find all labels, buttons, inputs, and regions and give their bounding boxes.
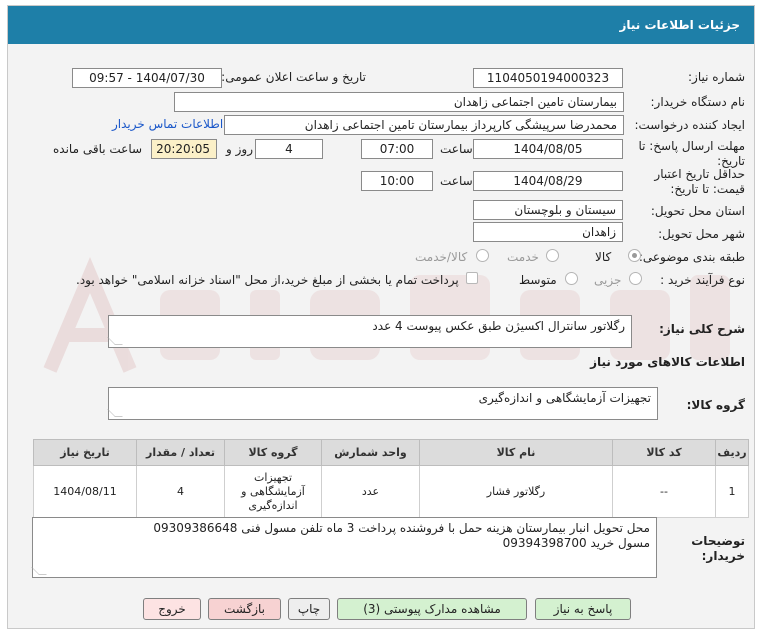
col-unit: واحد شمارش bbox=[321, 439, 420, 466]
goods-table: ردیف کد کالا نام کالا واحد شمارش گروه کا… bbox=[33, 439, 749, 518]
creator-field: محمدرضا سرپیشگی کارپرداز بیمارستان تامین… bbox=[224, 115, 624, 135]
purchase-radio-medium[interactable] bbox=[565, 272, 578, 285]
summary-textarea[interactable]: رگلاتور سانترال اکسیژن طبق عکس پیوست 4 ع… bbox=[107, 315, 632, 348]
resize-grip-icon[interactable] bbox=[107, 337, 123, 345]
description-line-1: محل تحویل انبار بیمارستان هزینه حمل با ف… bbox=[153, 521, 650, 535]
days-remaining-field: 4 bbox=[255, 139, 323, 159]
window-title: جزئیات اطلاعات نیاز bbox=[619, 18, 740, 32]
purchase-type-label: نوع فرآیند خرید : bbox=[660, 273, 745, 287]
category-radio-service[interactable] bbox=[546, 249, 559, 262]
treasury-payment-note: پرداخت تمام یا بخشی از مبلغ خرید،از محل … bbox=[76, 273, 459, 287]
col-name: نام کالا bbox=[419, 439, 613, 466]
description-label-2: خریدار: bbox=[701, 549, 745, 563]
col-row: ردیف bbox=[715, 439, 749, 466]
purchase-option-minor: جزیی bbox=[594, 273, 622, 287]
city-field: زاهدان bbox=[473, 222, 623, 242]
cell-date: 1404/08/11 bbox=[33, 465, 137, 518]
summary-text: رگلاتور سانترال اکسیژن طبق عکس پیوست 4 ع… bbox=[372, 319, 625, 333]
validity-time-field: 10:00 bbox=[361, 171, 433, 191]
creator-label: ایجاد کننده درخواست: bbox=[634, 118, 745, 132]
category-radio-both[interactable] bbox=[476, 249, 489, 262]
goods-group-value: تجهیزات آزمایشگاهی و اندازه‌گیری bbox=[478, 391, 651, 405]
deadline-time-label: ساعت bbox=[440, 142, 473, 156]
deadline-date-field: 1404/08/05 bbox=[473, 139, 623, 159]
validity-time-label: ساعت bbox=[440, 174, 473, 188]
validity-date-field: 1404/08/29 bbox=[473, 171, 623, 191]
cell-name: رگلاتور فشار bbox=[419, 465, 613, 518]
goods-group-textarea[interactable]: تجهیزات آزمایشگاهی و اندازه‌گیری bbox=[107, 387, 658, 420]
resize-grip-icon[interactable] bbox=[107, 409, 123, 417]
purchase-option-medium: متوسط bbox=[519, 273, 557, 287]
deadline-label-2: تاریخ: bbox=[717, 154, 745, 168]
announce-datetime-field: 1404/07/30 - 09:57 bbox=[72, 68, 222, 88]
buyer-contact-link[interactable]: اطلاعات تماس خریدار bbox=[112, 117, 223, 131]
cell-row: 1 bbox=[715, 465, 749, 518]
province-field: سیستان و بلوچستان bbox=[473, 200, 623, 220]
reply-button[interactable]: پاسخ به نیاز bbox=[535, 598, 631, 620]
cell-qty: 4 bbox=[136, 465, 225, 518]
description-textarea[interactable]: محل تحویل انبار بیمارستان هزینه حمل با ف… bbox=[31, 517, 657, 578]
remaining-time-field: 20:20:05 bbox=[151, 139, 217, 159]
need-number-label: شماره نیاز: bbox=[688, 70, 745, 84]
col-date: تاریخ نیاز bbox=[33, 439, 137, 466]
resize-grip-icon[interactable] bbox=[31, 567, 47, 575]
col-code: کد کالا bbox=[612, 439, 716, 466]
view-attachments-button[interactable]: مشاهده مدارک پیوستی (3) bbox=[337, 598, 527, 620]
window-titlebar: جزئیات اطلاعات نیاز bbox=[8, 6, 754, 44]
category-option-service: خدمت bbox=[507, 250, 539, 264]
province-label: استان محل تحویل: bbox=[650, 204, 745, 218]
validity-label: حداقل تاریخ اعتبار bbox=[654, 167, 745, 181]
cell-group: تجهیزات آزمایشگاهی و اندازه‌گیری bbox=[224, 465, 322, 518]
cell-code: -- bbox=[612, 465, 716, 518]
col-group: گروه کالا bbox=[224, 439, 322, 466]
summary-label: شرح کلی نیاز: bbox=[659, 322, 745, 336]
category-label: طبقه بندی موضوعی: bbox=[638, 250, 745, 264]
goods-section-title: اطلاعات کالاهای مورد نیاز bbox=[590, 355, 745, 369]
city-label: شهر محل تحویل: bbox=[658, 227, 745, 241]
buyer-org-field: بیمارستان تامین اجتماعی زاهدان bbox=[174, 92, 624, 112]
validity-label-2: قیمت: تا تاریخ: bbox=[670, 182, 745, 196]
description-label: توضیحات bbox=[691, 534, 745, 548]
goods-group-label: گروه کالا: bbox=[686, 398, 745, 412]
category-option-both: کالا/خدمت bbox=[415, 250, 468, 264]
cell-unit: عدد bbox=[321, 465, 420, 518]
print-button[interactable]: چاپ bbox=[288, 598, 330, 620]
table-row[interactable]: 1 -- رگلاتور فشار عدد تجهیزات آزمایشگاهی… bbox=[33, 465, 749, 518]
col-qty: تعداد / مقدار bbox=[136, 439, 225, 466]
category-radio-goods[interactable] bbox=[628, 249, 641, 262]
category-option-goods: کالا bbox=[595, 250, 612, 264]
announce-label: تاریخ و ساعت اعلان عمومی: bbox=[221, 70, 366, 84]
description-line-2: مسول خرید 09394398700 bbox=[502, 536, 650, 550]
need-number-field: 1104050194000323 bbox=[473, 68, 623, 88]
deadline-time-field: 07:00 bbox=[361, 139, 433, 159]
back-button[interactable]: بازگشت bbox=[208, 598, 281, 620]
purchase-radio-minor[interactable] bbox=[629, 272, 642, 285]
buyer-org-label: نام دستگاه خریدار: bbox=[650, 95, 746, 109]
deadline-label: مهلت ارسال پاسخ: تا bbox=[638, 139, 745, 153]
days-label: روز و bbox=[226, 142, 253, 156]
treasury-payment-checkbox[interactable] bbox=[466, 272, 478, 284]
exit-button[interactable]: خروج bbox=[143, 598, 201, 620]
remaining-time-label: ساعت باقی مانده bbox=[53, 142, 143, 156]
